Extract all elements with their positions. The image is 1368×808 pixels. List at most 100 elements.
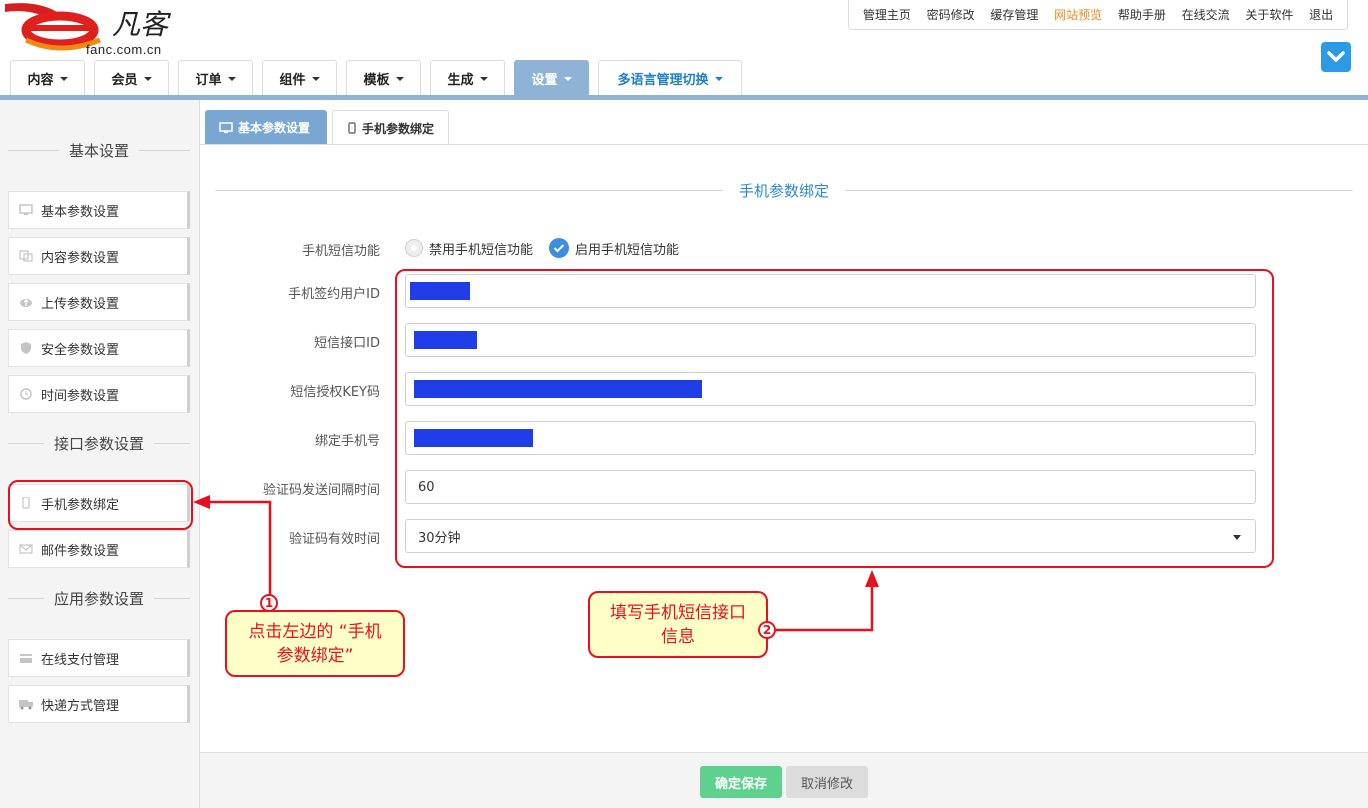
envelope-icon xyxy=(19,543,33,555)
callout-click-left: 点击左边的 “手机 参数绑定” xyxy=(225,610,405,677)
sidebar-item-shipping[interactable]: 快递方式管理 xyxy=(8,685,190,723)
phone-label: 绑定手机号 xyxy=(314,434,380,449)
nav-generate[interactable]: 生成 xyxy=(430,60,505,96)
sidebar: 基本设置 基本参数设置 内容参数设置 上传参数设置 安全参数设置 时间参数设置 … xyxy=(0,100,200,808)
nav-label: 生成 xyxy=(447,73,474,88)
cancel-button[interactable]: 取消修改 xyxy=(786,766,868,798)
sidebar-item-label: 基本参数设置 xyxy=(41,204,120,220)
link-site-preview[interactable]: 网站预览 xyxy=(1054,6,1102,23)
sidebar-item-content-params[interactable]: 内容参数设置 xyxy=(8,237,190,275)
section-title: 手机参数绑定 xyxy=(215,180,1353,200)
callout-line: 信息 xyxy=(661,626,695,647)
callout-1-text: 点击左边的 “手机 参数绑定” xyxy=(248,620,381,668)
link-password[interactable]: 密码修改 xyxy=(927,6,975,23)
link-cache[interactable]: 缓存管理 xyxy=(990,6,1038,23)
radio-unchecked-icon xyxy=(405,239,423,257)
sidebar-item-label: 在线支付管理 xyxy=(41,652,120,668)
sidebar-heading-basic: 基本设置 xyxy=(8,140,190,160)
link-admin-home[interactable]: 管理主页 xyxy=(863,6,911,23)
logo[interactable]: 凡客 fanc.com.cn xyxy=(0,0,240,60)
header: 凡客 fanc.com.cn 管理主页 密码修改 缓存管理 网站预览 帮助手册 … xyxy=(0,0,1368,98)
radio-checked-icon xyxy=(549,238,570,258)
caret-down-icon xyxy=(395,76,404,81)
interval-label: 验证码发送间隔时间 xyxy=(262,483,380,498)
link-logout[interactable]: 退出 xyxy=(1309,6,1333,23)
link-about[interactable]: 关于软件 xyxy=(1245,6,1293,23)
collapse-button[interactable] xyxy=(1321,42,1351,72)
nav-content[interactable]: 内容 xyxy=(10,60,85,96)
tab-basic-params[interactable]: 基本参数设置 xyxy=(205,110,327,145)
sidebar-heading-interface: 接口参数设置 xyxy=(8,433,190,453)
sidebar-item-email-params[interactable]: 邮件参数设置 xyxy=(8,530,190,568)
nav-component[interactable]: 组件 xyxy=(262,60,337,96)
sidebar-item-label: 时间参数设置 xyxy=(41,388,120,404)
nav-language-switch[interactable]: 多语言管理切换 xyxy=(598,60,742,96)
tab-label: 基本参数设置 xyxy=(238,121,311,135)
caret-down-icon xyxy=(143,76,152,81)
sidebar-item-upload-params[interactable]: 上传参数设置 xyxy=(8,283,190,321)
top-links: 管理主页 密码修改 缓存管理 网站预览 帮助手册 在线交流 关于软件 退出 xyxy=(848,0,1348,30)
caret-down-icon xyxy=(227,76,236,81)
sms-function-label: 手机短信功能 xyxy=(301,244,380,259)
sidebar-item-security-params[interactable]: 安全参数设置 xyxy=(8,329,190,367)
heading-label: 应用参数设置 xyxy=(54,589,145,608)
sidebar-item-label: 邮件参数设置 xyxy=(41,543,120,559)
mobile-icon xyxy=(348,122,356,134)
nav-label: 组件 xyxy=(279,73,306,88)
logo-text: fanc.com.cn xyxy=(86,42,162,57)
tab-mobile-binding[interactable]: 手机参数绑定 xyxy=(332,110,449,145)
sidebar-item-label: 内容参数设置 xyxy=(41,250,120,266)
tab-divider xyxy=(200,144,1368,145)
nav-label: 多语言管理切换 xyxy=(617,73,709,88)
heading-label: 基本设置 xyxy=(69,141,130,160)
key-label: 短信授权KEY码 xyxy=(290,385,380,400)
link-online-chat[interactable]: 在线交流 xyxy=(1182,6,1230,23)
link-help[interactable]: 帮助手册 xyxy=(1118,6,1166,23)
form-footer: 确定保存 取消修改 xyxy=(200,752,1368,808)
callout-line: 填写手机短信接口 xyxy=(610,602,746,623)
caret-down-icon xyxy=(311,76,320,81)
monitor-icon xyxy=(219,121,233,133)
caret-down-icon xyxy=(59,76,68,81)
step-number-2: 2 xyxy=(758,621,776,639)
section-title-label: 手机参数绑定 xyxy=(739,181,830,200)
nav-template[interactable]: 模板 xyxy=(346,60,421,96)
highlight-box-fields xyxy=(395,269,1274,568)
save-button[interactable]: 确定保存 xyxy=(700,766,782,798)
cloud-upload-icon xyxy=(19,296,33,308)
valid-time-label: 验证码有效时间 xyxy=(288,532,380,547)
step-number-1: 1 xyxy=(260,594,278,612)
sidebar-item-basic-params[interactable]: 基本参数设置 xyxy=(8,191,190,229)
credit-card-icon xyxy=(19,652,33,664)
sidebar-item-online-payment[interactable]: 在线支付管理 xyxy=(8,639,190,677)
nav-order[interactable]: 订单 xyxy=(178,60,253,96)
shield-icon xyxy=(19,342,33,354)
radio-enable-sms[interactable]: 启用手机短信功能 xyxy=(549,238,679,258)
caret-down-icon xyxy=(563,76,572,81)
callout-line: 点击左边的 “手机 xyxy=(248,621,382,642)
radio-disable-sms[interactable]: 禁用手机短信功能 xyxy=(405,239,533,258)
sidebar-item-time-params[interactable]: 时间参数设置 xyxy=(8,375,190,413)
truck-icon xyxy=(19,698,33,710)
nav-member[interactable]: 会员 xyxy=(94,60,169,96)
nav-settings[interactable]: 设置 xyxy=(514,60,589,96)
tab-label: 手机参数绑定 xyxy=(362,121,435,136)
nav-label: 模板 xyxy=(363,73,390,88)
nav-label: 设置 xyxy=(531,73,558,88)
highlight-box-sidebar xyxy=(8,480,193,530)
nav-label: 会员 xyxy=(111,73,138,88)
callout-2-text: 填写手机短信接口 信息 xyxy=(610,601,746,649)
sidebar-item-label: 上传参数设置 xyxy=(41,296,120,312)
sidebar-item-label: 安全参数设置 xyxy=(41,342,120,358)
sms-radio-group: 禁用手机短信功能 启用手机短信功能 xyxy=(405,237,695,259)
clock-icon xyxy=(19,388,33,400)
monitor-icon xyxy=(19,204,33,216)
radio-label: 禁用手机短信功能 xyxy=(429,242,534,258)
radio-label: 启用手机短信功能 xyxy=(575,242,680,258)
callout-fill-info: 填写手机短信接口 信息 xyxy=(588,591,768,658)
main-nav: 内容 会员 订单 组件 模板 生成 设置 多语言管理切换 xyxy=(10,60,751,96)
sidebar-heading-app: 应用参数设置 xyxy=(8,588,190,608)
heading-label: 接口参数设置 xyxy=(54,434,145,453)
copy-icon xyxy=(19,250,33,262)
content-tabs: 基本参数设置 手机参数绑定 xyxy=(205,110,454,145)
